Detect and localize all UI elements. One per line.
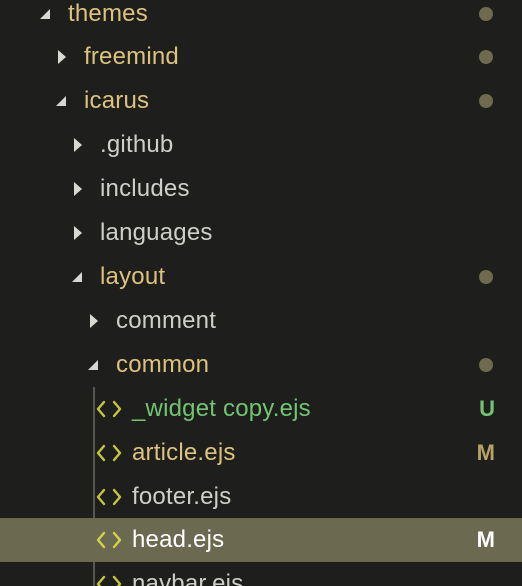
chevron-right-icon[interactable]	[90, 314, 98, 328]
git-status-badge: M	[476, 527, 495, 552]
file-label: _widget copy.ejs	[132, 395, 311, 422]
chevron-right-icon[interactable]	[74, 226, 82, 240]
code-file-icon	[96, 488, 122, 506]
tree-item-head-ejs[interactable]: head.ejs M	[0, 518, 522, 562]
file-explorer-tree: themes freemind icarus .github includes …	[0, 0, 522, 586]
tree-item-widget-copy-ejs[interactable]: _widget copy.ejs U	[0, 387, 522, 431]
chevron-right-icon[interactable]	[58, 50, 66, 64]
tree-item-freemind[interactable]: freemind	[0, 35, 522, 79]
tree-item-footer-ejs[interactable]: footer.ejs	[0, 475, 522, 519]
tree-item-icarus[interactable]: icarus	[0, 79, 522, 123]
code-file-icon	[96, 575, 122, 586]
folder-label: includes	[100, 175, 190, 202]
modified-dot-icon	[479, 7, 493, 21]
folder-label: icarus	[84, 87, 150, 114]
tree-item-navbar-ejs[interactable]: navbar.ejs	[0, 562, 522, 586]
chevron-down-icon[interactable]	[72, 272, 82, 282]
git-status-badge: U	[479, 396, 495, 421]
tree-item-github[interactable]: .github	[0, 123, 522, 167]
tree-item-common[interactable]: common	[0, 343, 522, 387]
code-file-icon	[96, 531, 122, 549]
file-label: footer.ejs	[132, 483, 232, 510]
chevron-down-icon[interactable]	[40, 9, 50, 19]
folder-label: .github	[100, 131, 174, 158]
folder-label: comment	[116, 307, 217, 334]
folder-label: languages	[100, 219, 213, 246]
folder-label: common	[116, 351, 210, 378]
modified-dot-icon	[479, 270, 493, 284]
modified-dot-icon	[479, 50, 493, 64]
file-label: article.ejs	[132, 439, 236, 466]
tree-item-themes[interactable]: themes	[0, 0, 522, 36]
chevron-right-icon[interactable]	[74, 138, 82, 152]
tree-item-comment[interactable]: comment	[0, 299, 522, 343]
code-file-icon	[96, 444, 122, 462]
git-status-badge: M	[476, 440, 495, 465]
chevron-down-icon[interactable]	[88, 360, 98, 370]
folder-label: themes	[68, 0, 148, 27]
folder-label: layout	[100, 263, 166, 290]
folder-label: freemind	[84, 43, 179, 70]
code-file-icon	[96, 400, 122, 418]
chevron-right-icon[interactable]	[74, 182, 82, 196]
modified-dot-icon	[479, 358, 493, 372]
tree-item-includes[interactable]: includes	[0, 167, 522, 211]
tree-item-article-ejs[interactable]: article.ejs M	[0, 431, 522, 475]
file-label: head.ejs	[132, 526, 225, 553]
file-label: navbar.ejs	[132, 570, 244, 586]
tree-item-languages[interactable]: languages	[0, 211, 522, 255]
tree-item-layout[interactable]: layout	[0, 255, 522, 299]
modified-dot-icon	[479, 94, 493, 108]
chevron-down-icon[interactable]	[56, 96, 66, 106]
